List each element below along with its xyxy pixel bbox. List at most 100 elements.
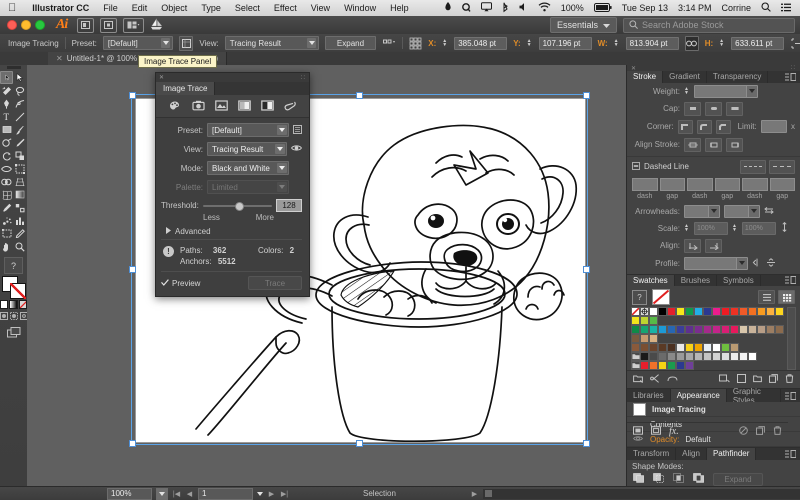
arrowhead-start-dropdown[interactable] (684, 204, 720, 218)
swatch-cell[interactable] (667, 361, 676, 370)
swatch-cell[interactable] (649, 352, 658, 361)
swatch-cell[interactable] (676, 352, 685, 361)
swatch-cell[interactable] (667, 352, 676, 361)
swatch-cell[interactable] (640, 316, 649, 325)
bluetooth-icon[interactable] (497, 2, 514, 15)
tab-transparency[interactable]: Transparency (707, 71, 769, 83)
selection-handle-tc[interactable] (356, 92, 363, 99)
swatch-cell[interactable] (730, 325, 739, 334)
swatch-cell[interactable] (631, 343, 640, 352)
search-icon[interactable] (756, 2, 776, 14)
swatch-cell[interactable] (631, 361, 640, 370)
auto-color-icon[interactable] (169, 100, 182, 113)
previous-page-icon[interactable]: ◀ (185, 490, 194, 498)
swatch-cell[interactable] (640, 325, 649, 334)
swatch-cell[interactable] (748, 352, 757, 361)
close-icon[interactable]: ✕ (159, 74, 164, 81)
symbol-sprayer-tool[interactable] (0, 214, 13, 227)
swatch-options-icon[interactable] (719, 374, 730, 385)
advanced-disclosure[interactable]: Advanced (161, 225, 302, 240)
exclude-icon[interactable] (693, 473, 705, 485)
fx-icon[interactable]: fx. (669, 426, 679, 437)
swatch-cell[interactable] (658, 352, 667, 361)
align-inside-icon[interactable] (705, 137, 722, 152)
swatch-cell[interactable] (667, 343, 676, 352)
lasso-tool[interactable] (13, 84, 26, 97)
swatch-cell[interactable] (694, 352, 703, 361)
profile-dropdown[interactable] (684, 256, 748, 270)
threshold-value-field[interactable]: 128 (276, 199, 302, 212)
help-icon[interactable]: ? (4, 257, 23, 274)
duplicate-item-icon[interactable] (756, 426, 765, 437)
menubar-user[interactable]: Corrine (716, 3, 756, 13)
none-swatch-icon[interactable] (652, 289, 670, 305)
menu-window[interactable]: Window (337, 3, 383, 13)
swatch-cell[interactable] (649, 361, 658, 370)
arrowhead-end-dropdown[interactable] (724, 204, 760, 218)
show-swatch-kinds-icon[interactable] (650, 374, 660, 385)
place-arrow-icon[interactable] (705, 238, 722, 253)
add-new-fill-icon[interactable] (633, 426, 643, 437)
wifi-icon[interactable] (533, 2, 556, 14)
list-view-icon[interactable] (758, 290, 775, 304)
duplicate-swatch-icon[interactable] (769, 374, 778, 385)
swatch-cell[interactable] (649, 334, 658, 343)
help-icon[interactable]: ? (632, 289, 647, 305)
tab-appearance[interactable]: Appearance (670, 389, 727, 402)
image-trace-panel-icon[interactable] (179, 35, 194, 51)
swatch-cell[interactable] (712, 307, 721, 316)
unite-icon[interactable] (633, 473, 645, 485)
grid-view-icon[interactable] (778, 290, 795, 304)
draw-behind-icon[interactable] (9, 312, 18, 322)
swatches-scrollbar[interactable] (787, 307, 796, 370)
color-group-icon[interactable] (667, 375, 678, 385)
page-dropdown-icon[interactable] (257, 489, 263, 498)
selection-tool[interactable] (0, 71, 13, 84)
dash-field-1[interactable] (632, 177, 658, 191)
battery-icon[interactable] (589, 2, 617, 14)
swatch-cell[interactable] (676, 343, 685, 352)
next-page-icon[interactable]: ▶ (267, 490, 276, 498)
dash-field-2[interactable] (687, 177, 713, 191)
minus-front-icon[interactable] (653, 473, 665, 485)
swatch-cell[interactable] (631, 325, 640, 334)
panel-menu-icon[interactable] (781, 448, 800, 460)
selection-handle-mr[interactable] (583, 266, 590, 273)
swatch-cell[interactable] (685, 325, 694, 334)
adobe-stock-search[interactable]: Search Adobe Stock (623, 17, 795, 33)
tab-transform[interactable]: Transform (627, 448, 677, 460)
dash-field-3[interactable] (742, 177, 768, 191)
airplay-icon[interactable] (476, 2, 497, 14)
tab-symbols[interactable]: Symbols (717, 274, 761, 286)
h-field[interactable]: 633.611 pt (731, 36, 785, 50)
swatch-cell[interactable] (658, 325, 667, 334)
swatch-cell[interactable] (658, 361, 667, 370)
swatch-cell[interactable] (649, 316, 658, 325)
swatch-cell[interactable] (739, 307, 748, 316)
swatch-cell[interactable] (766, 325, 775, 334)
swatch-cell[interactable] (640, 343, 649, 352)
scale-end-stepper[interactable]: ▲ ▼ (732, 224, 737, 233)
workspace-switcher[interactable]: Essentials (549, 17, 617, 33)
black-and-white-icon[interactable] (260, 99, 274, 113)
free-transform-tool[interactable] (13, 162, 26, 175)
dash-adjust-corners-icon[interactable] (769, 159, 795, 174)
gradient-mode-icon[interactable] (9, 300, 18, 309)
paintbrush-tool[interactable] (13, 123, 26, 136)
none-mode-icon[interactable] (18, 300, 27, 309)
maximize-window-button[interactable] (35, 20, 45, 30)
mode-dropdown[interactable]: Black and White (207, 161, 289, 175)
tab-gradient[interactable]: Gradient (663, 71, 707, 83)
rectangle-tool[interactable] (0, 123, 13, 136)
swap-arrowheads-icon[interactable] (764, 206, 774, 217)
swatch-cell[interactable] (649, 307, 658, 316)
swatch-cell[interactable] (640, 334, 649, 343)
y-stepper[interactable]: ▲ ▼ (527, 39, 532, 48)
corner-round-icon[interactable] (696, 119, 712, 134)
menu-edit[interactable]: Edit (125, 3, 155, 13)
flip-along-icon[interactable] (766, 257, 776, 269)
panel-menu-icon[interactable] (781, 389, 800, 402)
screen-mode-icon[interactable] (6, 327, 21, 340)
preview-checkbox[interactable]: Preview (161, 279, 200, 288)
y-field[interactable]: 107.196 pt (538, 36, 592, 50)
